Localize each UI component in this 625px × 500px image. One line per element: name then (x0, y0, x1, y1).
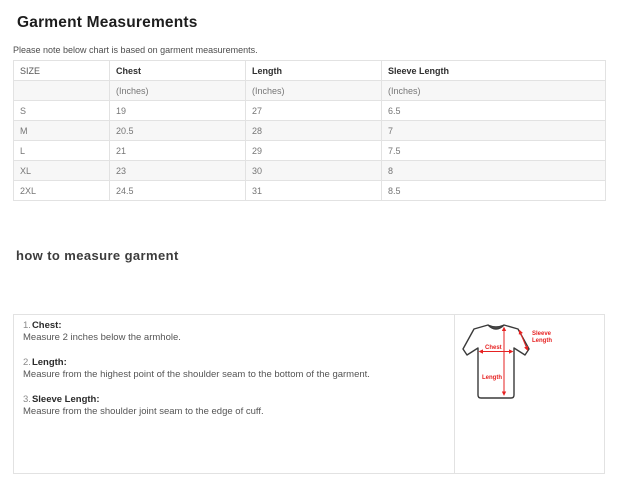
size-cell: 2XL (14, 181, 110, 201)
step-text: Measure from the highest point of the sh… (23, 369, 445, 381)
sleeve-length-cell: 8 (382, 161, 606, 181)
sleeve-length-cell: 7.5 (382, 141, 606, 161)
step-number: 3. (23, 394, 31, 405)
table-header-row: SIZE Chest Length Sleeve Length (14, 61, 606, 81)
size-chart-table: SIZE Chest Length Sleeve Length (Inches)… (13, 60, 606, 201)
table-row: M 20.5 28 7 (14, 121, 606, 141)
table-row: S 19 27 6.5 (14, 101, 606, 121)
table-row: 2XL 24.5 31 8.5 (14, 181, 606, 201)
step-text: Measure from the shoulder joint seam to … (23, 406, 445, 418)
length-label: Length (482, 375, 502, 381)
step-title: Length: (32, 357, 67, 368)
column-header-length: Length (246, 61, 382, 81)
chest-label: Chest (485, 345, 502, 351)
size-cell: M (14, 121, 110, 141)
column-header-size: SIZE (14, 61, 110, 81)
sleeve-length-label-line2: Length (532, 338, 552, 344)
size-cell: S (14, 101, 110, 121)
step-number: 2. (23, 357, 31, 368)
table-units-row: (Inches) (Inches) (Inches) (14, 81, 606, 101)
chest-cell: 19 (110, 101, 246, 121)
step-label: 1.Chest: (23, 320, 445, 332)
step-number: 1. (23, 320, 31, 331)
table-row: L 21 29 7.5 (14, 141, 606, 161)
size-cell: L (14, 141, 110, 161)
step-title: Chest: (32, 320, 62, 331)
tshirt-outline-icon (463, 325, 529, 398)
chest-cell: 24.5 (110, 181, 246, 201)
length-cell: 31 (246, 181, 382, 201)
measure-steps: 1.Chest: Measure 2 inches below the armh… (14, 315, 454, 473)
how-to-measure-heading: how to measure garment (16, 248, 605, 263)
step-label: 3.Sleeve Length: (23, 394, 445, 406)
step-title: Sleeve Length: (32, 394, 100, 405)
length-cell: 29 (246, 141, 382, 161)
table-row: XL 23 30 8 (14, 161, 606, 181)
page-title: Garment Measurements (17, 14, 605, 32)
step-text: Measure 2 inches below the armhole. (23, 332, 445, 344)
chest-cell: 21 (110, 141, 246, 161)
garment-measurements-page: Garment Measurements Please note below c… (0, 0, 625, 474)
diagram-cell: Chest Length Sleeve Length (454, 315, 604, 473)
tshirt-measure-diagram-icon: Chest Length Sleeve Length (461, 321, 565, 413)
unit-cell: (Inches) (382, 81, 606, 101)
length-cell: 28 (246, 121, 382, 141)
column-header-chest: Chest (110, 61, 246, 81)
chart-note: Please note below chart is based on garm… (13, 45, 605, 56)
unit-cell: (Inches) (110, 81, 246, 101)
sleeve-length-cell: 6.5 (382, 101, 606, 121)
step-label: 2.Length: (23, 357, 445, 369)
sleeve-length-label-line1: Sleeve (532, 331, 552, 337)
measure-instructions-box: 1.Chest: Measure 2 inches below the armh… (13, 314, 605, 474)
size-cell: XL (14, 161, 110, 181)
sleeve-length-cell: 7 (382, 121, 606, 141)
length-cell: 30 (246, 161, 382, 181)
length-cell: 27 (246, 101, 382, 121)
unit-cell (14, 81, 110, 101)
column-header-sleeve-length: Sleeve Length (382, 61, 606, 81)
chest-cell: 23 (110, 161, 246, 181)
unit-cell: (Inches) (246, 81, 382, 101)
sleeve-length-cell: 8.5 (382, 181, 606, 201)
chest-cell: 20.5 (110, 121, 246, 141)
